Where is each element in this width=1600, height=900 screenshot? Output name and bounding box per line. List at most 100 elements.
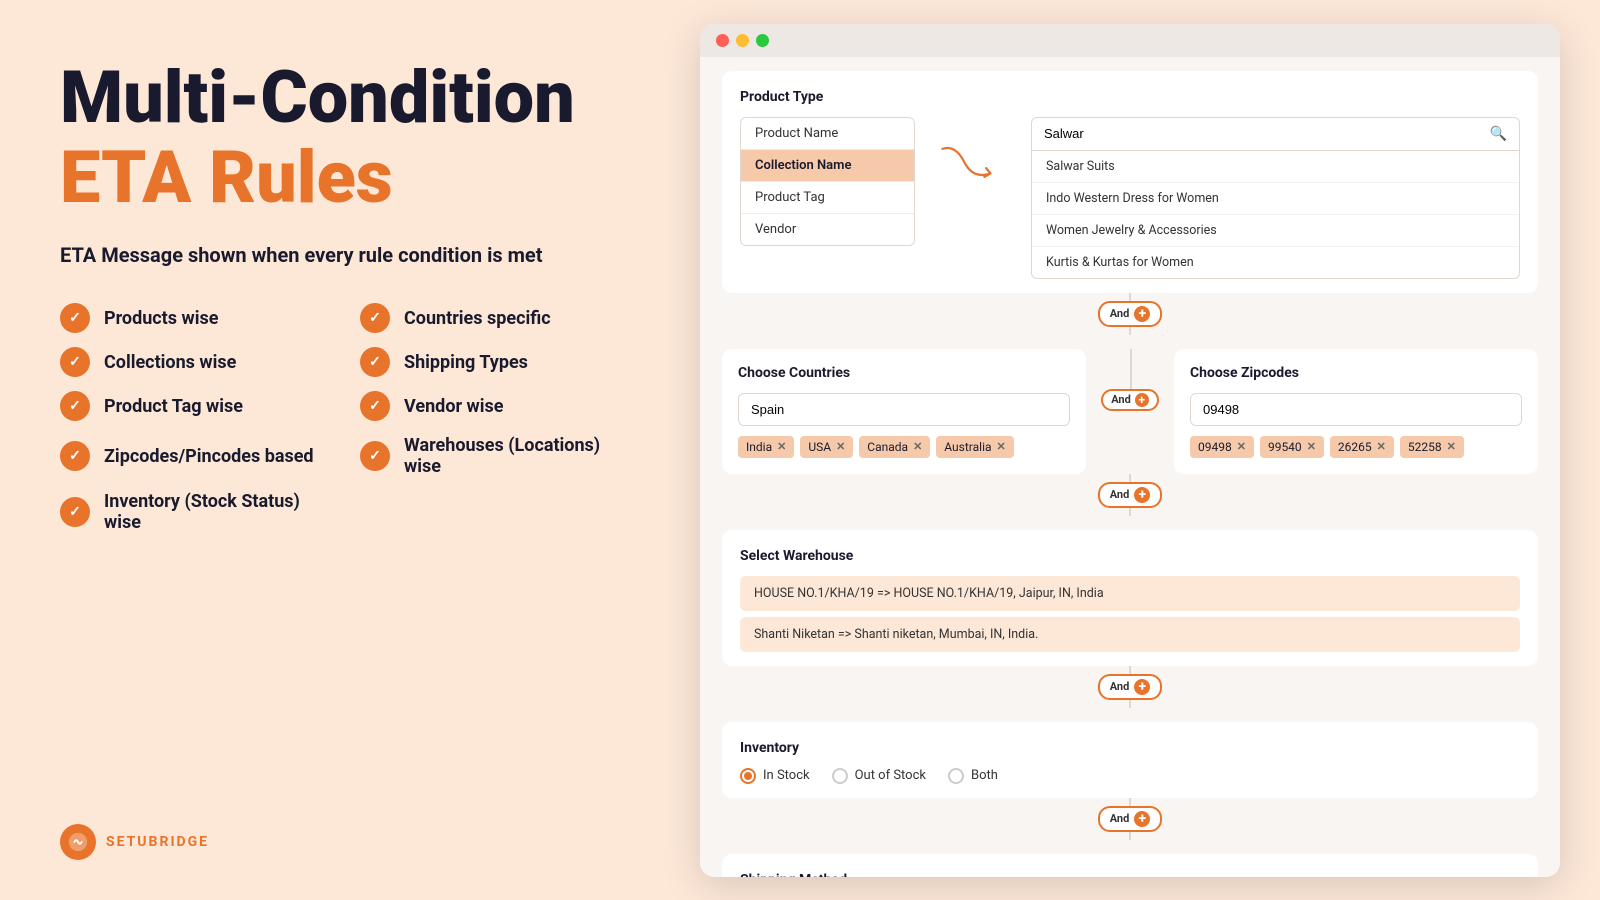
salwar-search-input[interactable] [1044, 126, 1482, 141]
country-tag[interactable]: Canada ✕ [859, 436, 930, 458]
close-dot[interactable] [716, 34, 729, 47]
product-type-item[interactable]: Vendor [741, 214, 914, 245]
check-icon [60, 441, 90, 471]
title-line2: ETA Rules [60, 140, 620, 216]
and-label-4: And [1110, 680, 1130, 693]
dropdown-item[interactable]: Women Jewelry & Accessories [1032, 215, 1519, 247]
zipcodes-card: Choose Zipcodes 09498✕99540✕26265✕52258✕ [1174, 349, 1538, 474]
country-tag[interactable]: Australia ✕ [936, 436, 1013, 458]
and-inline-badge[interactable]: And + [1101, 389, 1159, 411]
product-type-list: Product NameCollection NameProduct TagVe… [740, 117, 915, 246]
two-col-row: Choose Countries India✕USA✕Canada✕Austra… [722, 349, 1538, 474]
search-dropdown: 🔍 Salwar SuitsIndo Western Dress for Wom… [1031, 117, 1520, 279]
and-badge-5[interactable]: And + [1098, 806, 1163, 832]
and-badge-4[interactable]: And + [1098, 674, 1163, 700]
and-label-5: And [1110, 812, 1130, 825]
and-plus-5[interactable]: + [1134, 811, 1150, 827]
check-icon [360, 347, 390, 377]
warehouse-card: Select Warehouse HOUSE NO.1/KHA/19 => HO… [722, 530, 1538, 666]
left-panel: Multi-Condition ETA Rules ETA Message sh… [0, 0, 680, 900]
tag-remove[interactable]: ✕ [1307, 440, 1316, 453]
and-plus-3[interactable]: + [1134, 487, 1150, 503]
radio-circle [948, 768, 964, 784]
tag-remove[interactable]: ✕ [777, 440, 786, 453]
minimize-dot[interactable] [736, 34, 749, 47]
countries-input[interactable] [738, 393, 1070, 426]
tag-remove[interactable]: ✕ [997, 440, 1006, 453]
check-icon [360, 441, 390, 471]
radio-label-text: Out of Stock [855, 768, 926, 783]
features-grid: Products wise Countries specific Collect… [60, 303, 620, 533]
dropdown-item[interactable]: Indo Western Dress for Women [1032, 183, 1519, 215]
feature-item: Product Tag wise [60, 391, 320, 421]
left-content: Multi-Condition ETA Rules ETA Message sh… [60, 60, 620, 533]
search-input-row: 🔍 [1032, 118, 1519, 151]
and-connector-1: And + [722, 293, 1538, 335]
warehouse-title: Select Warehouse [740, 548, 1520, 564]
product-type-card: Product Type Product NameCollection Name… [722, 71, 1538, 293]
feature-label: Vendor wise [404, 396, 504, 417]
check-icon [60, 303, 90, 333]
inventory-option[interactable]: In Stock [740, 768, 810, 784]
browser-bar [700, 24, 1560, 57]
and-badge-1[interactable]: And + [1098, 301, 1163, 327]
tag-remove[interactable]: ✕ [1447, 440, 1456, 453]
zipcodes-input[interactable] [1190, 393, 1522, 426]
brand-logo [60, 824, 96, 860]
tag-remove[interactable]: ✕ [1237, 440, 1246, 453]
and-connector-4: And + [722, 666, 1538, 708]
and-connector-inline: And + [1100, 349, 1160, 411]
shipping-title: Shipping Method [740, 872, 1520, 877]
product-type-item[interactable]: Collection Name [741, 150, 914, 182]
and-plus-4[interactable]: + [1134, 679, 1150, 695]
warehouse-item: HOUSE NO.1/KHA/19 => HOUSE NO.1/KHA/19, … [740, 576, 1520, 611]
feature-label: Product Tag wise [104, 396, 243, 417]
browser-window: Product Type Product NameCollection Name… [700, 24, 1560, 877]
zipcode-tag[interactable]: 99540 ✕ [1260, 436, 1324, 458]
country-tag[interactable]: India ✕ [738, 436, 794, 458]
tag-label: 26265 [1338, 440, 1372, 454]
product-type-row: Product NameCollection NameProduct TagVe… [740, 117, 1520, 279]
product-type-item[interactable]: Product Name [741, 118, 914, 150]
tag-label: India [746, 440, 772, 454]
and-label-1: And [1110, 307, 1130, 320]
arrow-container [933, 117, 1013, 187]
tag-label: 99540 [1268, 440, 1302, 454]
warehouse-item: Shanti Niketan => Shanti niketan, Mumbai… [740, 617, 1520, 652]
inventory-card: Inventory In Stock Out of Stock Both [722, 722, 1538, 798]
product-type-item[interactable]: Product Tag [741, 182, 914, 214]
radio-circle [832, 768, 848, 784]
tag-remove[interactable]: ✕ [1377, 440, 1386, 453]
dropdown-item[interactable]: Salwar Suits [1032, 151, 1519, 183]
country-tag[interactable]: USA ✕ [800, 436, 853, 458]
inventory-option[interactable]: Both [948, 768, 998, 784]
tag-label: USA [808, 440, 831, 454]
main-heading: Multi-Condition ETA Rules [60, 60, 620, 215]
radio-circle [740, 768, 756, 784]
inventory-option[interactable]: Out of Stock [832, 768, 926, 784]
tag-remove[interactable]: ✕ [913, 440, 922, 453]
feature-item: Shipping Types [360, 347, 620, 377]
zipcode-tag[interactable]: 26265 ✕ [1330, 436, 1394, 458]
zipcode-tag[interactable]: 52258✕ [1400, 436, 1464, 458]
subtitle: ETA Message shown when every rule condit… [60, 243, 620, 267]
feature-label: Products wise [104, 308, 218, 329]
title-line1: Multi-Condition [60, 60, 620, 136]
feature-item: Warehouses (Locations) wise [360, 435, 620, 477]
check-icon [60, 391, 90, 421]
and-badge-3[interactable]: And + [1098, 482, 1163, 508]
and-inline-plus[interactable]: + [1135, 393, 1149, 407]
dropdown-item[interactable]: Kurtis & Kurtas for Women [1032, 247, 1519, 278]
search-icon: 🔍 [1490, 126, 1507, 142]
and-plus-1[interactable]: + [1134, 306, 1150, 322]
countries-tags-row: India ✕ USA ✕ Canada ✕ Australia ✕ [738, 436, 1070, 458]
tag-label: Canada [867, 440, 908, 454]
zipcode-tag[interactable]: 09498✕ [1190, 436, 1254, 458]
tag-remove[interactable]: ✕ [836, 440, 845, 453]
inventory-title: Inventory [740, 740, 1520, 756]
check-icon [360, 391, 390, 421]
tag-label: Australia [944, 440, 991, 454]
feature-label: Shipping Types [404, 352, 528, 373]
and-connector-3: And + [722, 474, 1538, 516]
maximize-dot[interactable] [756, 34, 769, 47]
